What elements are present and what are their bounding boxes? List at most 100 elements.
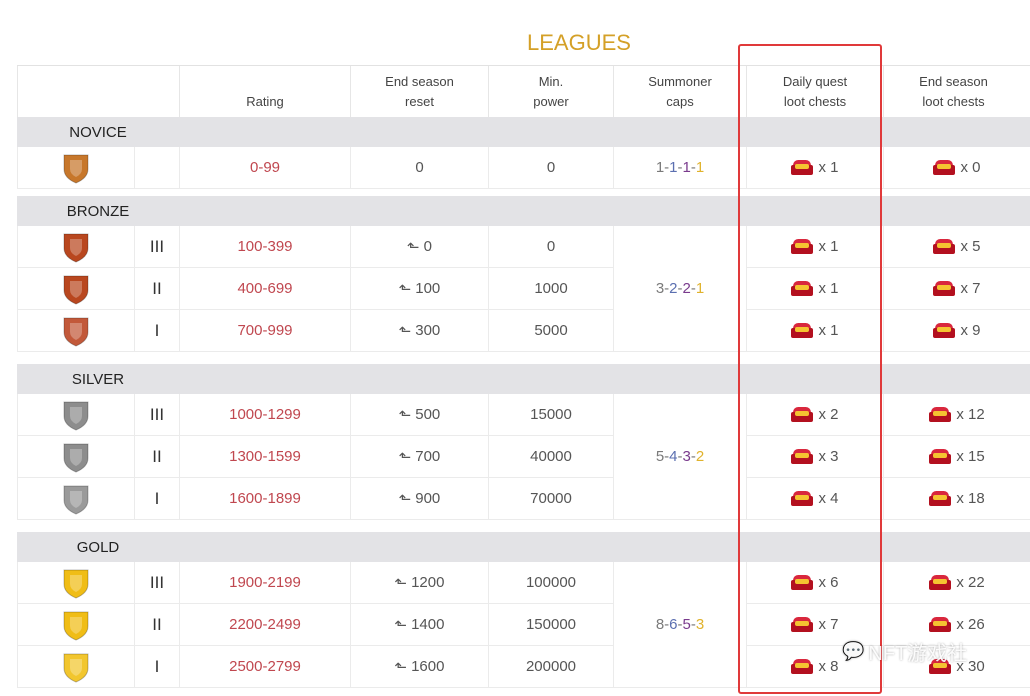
summoner-caps-cell: 3-2-2-1	[613, 226, 746, 352]
chest-gold	[795, 164, 810, 169]
loot-chest-icon	[933, 323, 956, 338]
reset-cell: ⬑ 500	[350, 394, 488, 436]
loot-chest-icon	[791, 160, 814, 175]
daily-chest-cell: x 1	[746, 310, 883, 352]
chest-gold	[795, 243, 810, 248]
tier-cell: III	[134, 394, 179, 436]
loot-chest-icon	[929, 491, 952, 506]
daily-chest-count: x 1	[818, 159, 839, 176]
header-end-season-chests: End season loot chests	[883, 66, 1023, 118]
daily-chest-count: x 1	[818, 280, 839, 297]
chest-gold	[937, 243, 952, 248]
loot-chest-icon	[929, 449, 952, 464]
daily-chest-count: x 1	[818, 238, 839, 255]
end-chest-count: x 26	[956, 616, 985, 633]
chest-gold	[795, 327, 810, 332]
loot-chest-icon	[929, 575, 952, 590]
reset-cell: ⬑ 0	[350, 226, 488, 268]
watermark: 💬 NFT游戏社	[842, 637, 967, 666]
min-power-cell: 0	[488, 226, 613, 268]
reset-value: 1600	[411, 658, 445, 675]
reset-cell: ⬑ 100	[350, 268, 488, 310]
rating-cell: 100-399	[179, 226, 350, 268]
daily-chest-count: x 1	[818, 322, 839, 339]
caps-value-0: 1	[655, 159, 665, 176]
reset-value: 1200	[411, 574, 445, 591]
header-badge	[17, 66, 179, 118]
league-badge-icon	[63, 611, 89, 641]
min-power-cell: 70000	[488, 478, 613, 520]
caps-value-1: 2	[669, 280, 678, 297]
section-name: NOVICE	[69, 123, 127, 141]
daily-chest-cell: x 1	[746, 147, 883, 189]
daily-chest-cell: x 3	[746, 436, 883, 478]
reset-cell: ⬑ 700	[350, 436, 488, 478]
daily-chest-count: x 6	[818, 574, 839, 591]
end-chest-count: x 18	[956, 490, 985, 507]
caps-value-2: 5	[682, 616, 691, 633]
loot-chest-icon	[791, 323, 814, 338]
end-chest-cell: x 15	[883, 436, 1030, 478]
league-badge-icon	[63, 317, 89, 347]
reset-cell: ⬑ 1400	[350, 604, 488, 646]
badge-cell	[17, 646, 134, 688]
daily-chest-count: x 8	[818, 658, 839, 675]
min-power-cell: 150000	[488, 604, 613, 646]
loot-chest-icon	[791, 281, 814, 296]
reset-value: 900	[415, 490, 441, 507]
daily-chest-cell: x 6	[746, 562, 883, 604]
rating-cell: 1000-1299	[179, 394, 350, 436]
chest-gold	[795, 453, 810, 458]
rating-cell: 400-699	[179, 268, 350, 310]
caps-value-3: 3	[695, 616, 705, 633]
reset-arrow-icon: ⬑	[394, 574, 408, 592]
header-endchest-line2: loot chests	[922, 94, 985, 109]
tier-cell: I	[134, 646, 179, 688]
caps-value-0: 8	[655, 616, 665, 633]
rating-cell: 0-99	[179, 147, 350, 189]
end-chest-cell: x 22	[883, 562, 1030, 604]
section-name: SILVER	[71, 370, 125, 388]
rating-cell: 1900-2199	[179, 562, 350, 604]
chest-gold	[795, 285, 810, 290]
table-row: III 1000-1299 ⬑ 500 15000 x 2x 12	[17, 394, 1030, 436]
loot-chest-icon	[791, 659, 814, 674]
section-header-silver: SILVER	[17, 364, 1030, 394]
caps-value-1: 6	[669, 616, 678, 633]
table-row: III 100-399 ⬑ 0 0 x 1 x 5	[17, 226, 1030, 268]
reset-value: 1400	[411, 616, 445, 633]
table-header: Rating End season reset Min. power Summo…	[17, 65, 1030, 118]
reset-cell: ⬑ 900	[350, 478, 488, 520]
chest-gold	[795, 663, 810, 668]
chest-gold	[933, 453, 948, 458]
end-chest-cell: x 5	[883, 226, 1030, 268]
league-badge-icon	[63, 443, 89, 473]
tier-cell: II	[134, 268, 179, 310]
header-endchest-line1: End season	[919, 74, 988, 89]
rating-cell: 2200-2499	[179, 604, 350, 646]
reset-value: 300	[415, 322, 441, 339]
reset-arrow-icon: ⬑	[398, 280, 412, 298]
end-chest-count: x 12	[956, 406, 985, 423]
daily-chest-cell: x 4	[746, 478, 883, 520]
header-power-line2: power	[533, 94, 569, 109]
rating-cell: 1600-1899	[179, 478, 350, 520]
league-badge-icon	[63, 569, 89, 599]
chest-gold	[933, 495, 948, 500]
header-end-season-reset: End season reset	[350, 66, 488, 118]
end-chest-count: x 15	[956, 448, 985, 465]
caps-value-0: 5	[655, 448, 665, 465]
header-rating-label: Rating	[246, 94, 284, 109]
tier-cell: III	[134, 226, 179, 268]
daily-chest-cell: x 1	[746, 268, 883, 310]
rating-cell: 1300-1599	[179, 436, 350, 478]
daily-chest-cell: x 1	[746, 226, 883, 268]
reset-value: 0	[415, 159, 424, 176]
tier-cell: I	[134, 478, 179, 520]
end-chest-cell: x 18	[883, 478, 1030, 520]
tier-cell: I	[134, 310, 179, 352]
daily-chest-count: x 7	[818, 616, 839, 633]
table-row: II 1300-1599 ⬑ 700 40000 x 3x 15	[17, 436, 1030, 478]
badge-cell	[17, 226, 134, 268]
header-daily-line2: loot chests	[783, 94, 847, 109]
